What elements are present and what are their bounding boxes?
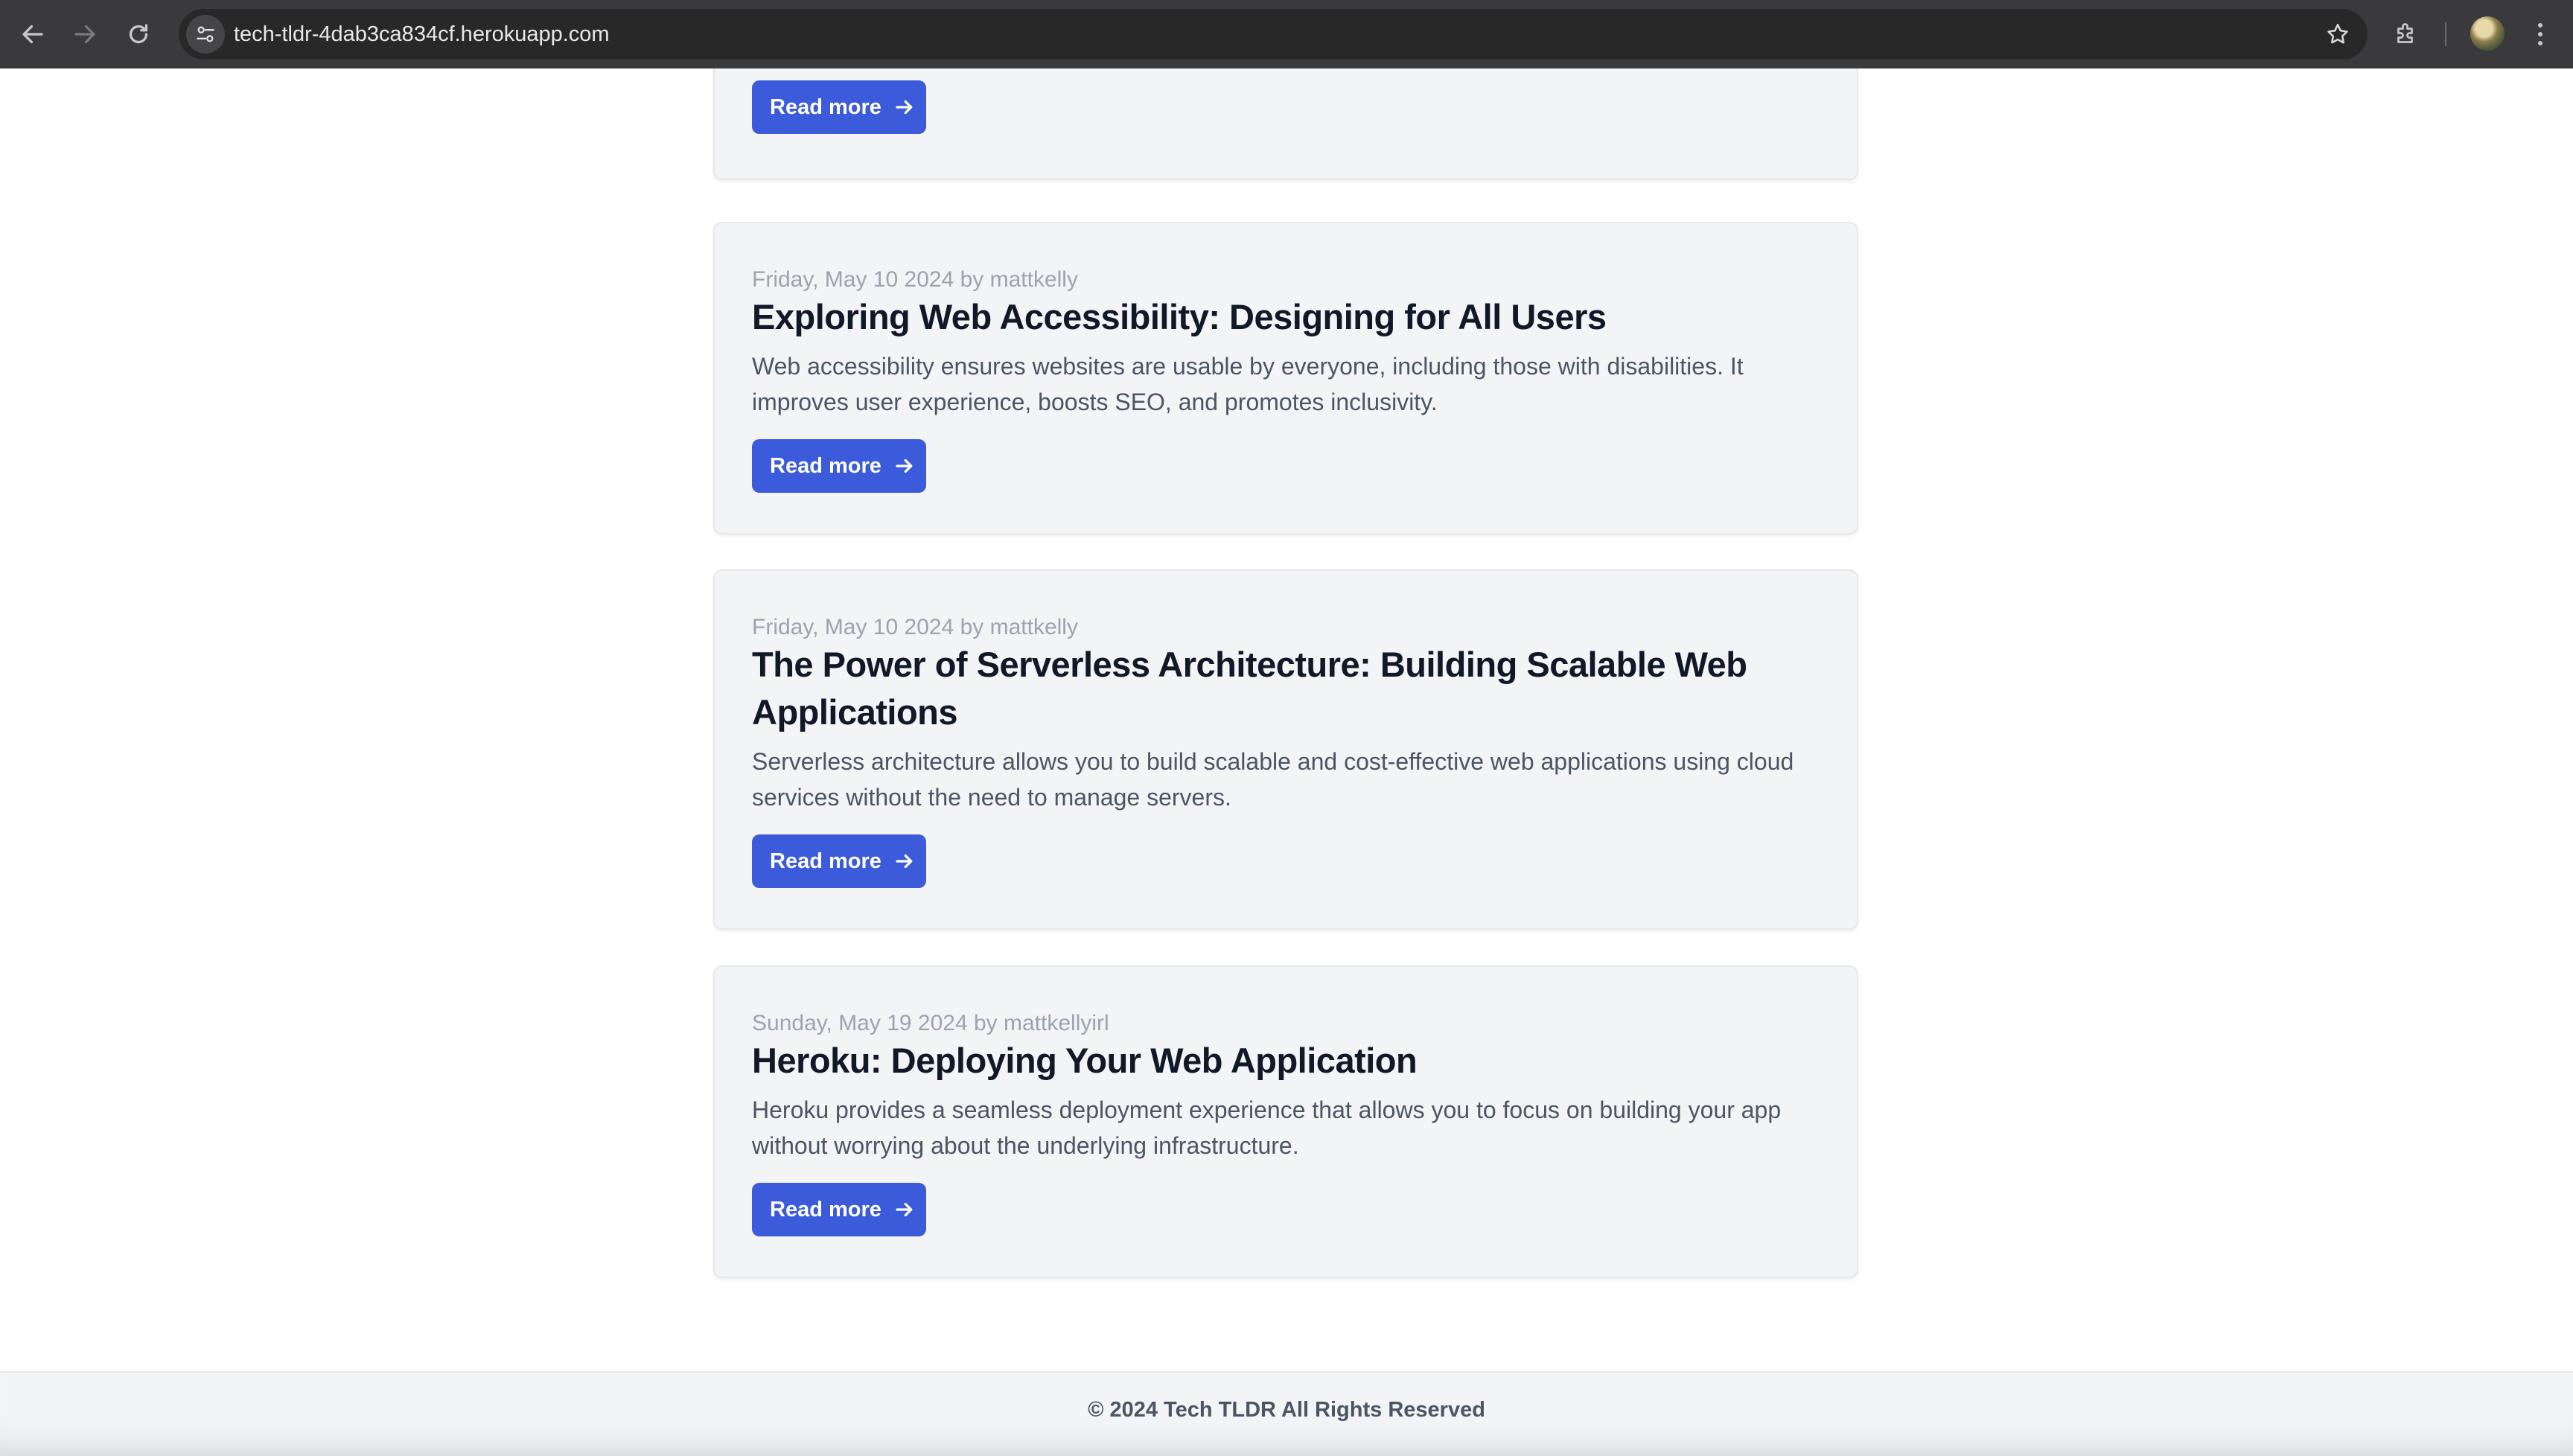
post-excerpt: Web accessibility ensures websites are u…	[752, 353, 1744, 415]
arrow-right-icon	[893, 850, 916, 872]
arrow-left-icon	[22, 25, 43, 44]
read-more-label: Read more	[770, 95, 881, 119]
puzzle-icon	[2397, 23, 2413, 43]
star-icon	[2327, 23, 2348, 44]
page-content: Read more Friday, May 10 2024 by mattkel…	[0, 68, 2573, 1456]
site-info-button[interactable]	[186, 15, 225, 54]
tune-icon	[197, 26, 214, 42]
back-button[interactable]	[12, 13, 54, 55]
read-more-label: Read more	[770, 1197, 881, 1222]
read-more-button[interactable]: Read more	[752, 439, 926, 493]
post-meta: Sunday, May 19 2024 by mattkellyirl	[752, 1011, 1109, 1035]
read-more-button[interactable]: Read more	[752, 1183, 926, 1236]
post-card: Friday, May 10 2024 by mattkelly Explori…	[713, 222, 1858, 534]
post-card: Read more	[713, 68, 1858, 180]
reload-button[interactable]	[118, 13, 159, 55]
read-more-button[interactable]: Read more	[752, 80, 926, 134]
post-meta: Friday, May 10 2024 by mattkelly	[752, 615, 1078, 639]
extensions-button[interactable]	[2385, 13, 2427, 55]
kebab-menu-icon	[2538, 23, 2542, 45]
arrow-right-icon	[74, 25, 95, 44]
post-excerpt: Heroku provides a seamless deployment ex…	[752, 1096, 1782, 1159]
read-more-button[interactable]: Read more	[752, 834, 926, 888]
post-card: Friday, May 10 2024 by mattkelly The Pow…	[713, 569, 1858, 930]
reload-icon	[129, 24, 148, 44]
browser-toolbar: tech-tldr-4dab3ca834cf.herokuapp.com	[0, 0, 2573, 68]
toolbar-divider	[2445, 22, 2446, 46]
bookmark-button[interactable]	[2321, 18, 2354, 51]
copyright-text: © 2024 Tech TLDR All Rights Reserved	[1088, 1398, 1485, 1422]
url-text[interactable]: tech-tldr-4dab3ca834cf.herokuapp.com	[234, 9, 610, 60]
read-more-label: Read more	[770, 453, 881, 478]
post-excerpt: Serverless architecture allows you to bu…	[752, 748, 1794, 811]
read-more-label: Read more	[770, 849, 881, 873]
forward-button[interactable]	[64, 13, 106, 55]
post-title[interactable]: Heroku: Deploying Your Web Application	[752, 1037, 1809, 1085]
site-footer: © 2024 Tech TLDR All Rights Reserved	[0, 1371, 2573, 1456]
arrow-right-icon	[893, 1198, 916, 1221]
post-title[interactable]: The Power of Serverless Architecture: Bu…	[752, 641, 1809, 736]
avatar[interactable]	[2470, 16, 2505, 51]
arrow-right-icon	[893, 96, 916, 118]
browser-menu-button[interactable]	[2525, 13, 2555, 55]
arrow-right-icon	[893, 455, 916, 477]
address-bar[interactable]: tech-tldr-4dab3ca834cf.herokuapp.com	[179, 9, 2368, 60]
post-title[interactable]: Exploring Web Accessibility: Designing f…	[752, 293, 1809, 341]
post-meta: Friday, May 10 2024 by mattkelly	[752, 267, 1078, 292]
post-card: Sunday, May 19 2024 by mattkellyirl Hero…	[713, 965, 1858, 1278]
